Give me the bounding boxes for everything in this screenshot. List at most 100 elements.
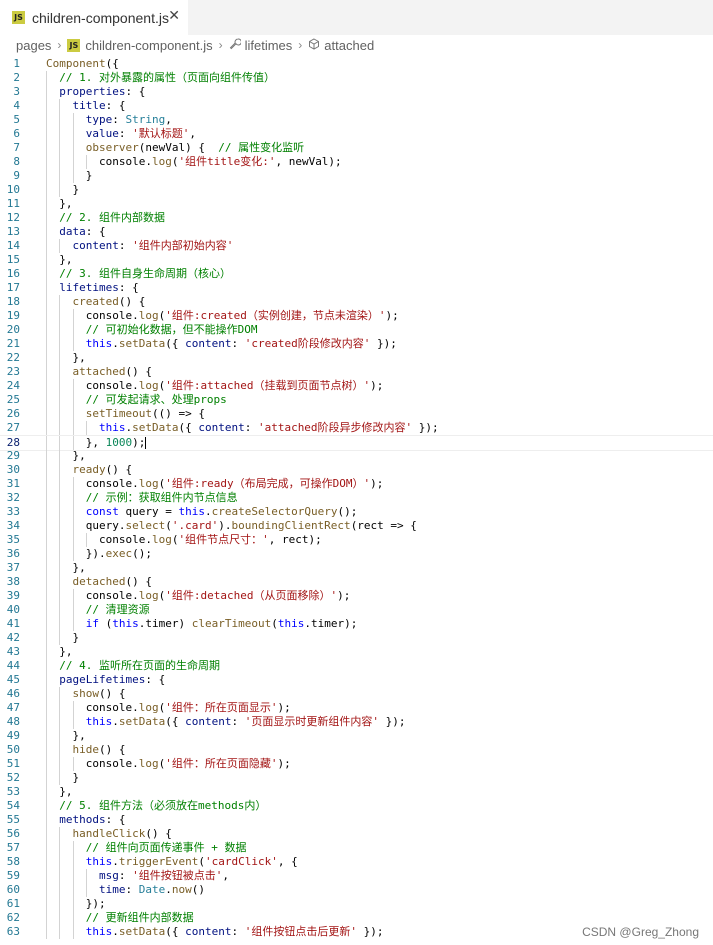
code-line[interactable]: 5 type: String,: [0, 113, 713, 127]
code-line[interactable]: 47 console.log('组件：所在页面显示');: [0, 701, 713, 715]
line-number: 12: [6, 211, 20, 224]
code-editor[interactable]: 1 Component({2 // 1. 对外暴露的属性（页面向组件传值） 3 pr…: [0, 55, 713, 945]
indent-guide: [72, 883, 74, 897]
code-line[interactable]: 13 data: {: [0, 225, 713, 239]
indent-guide: [59, 295, 61, 309]
code-text: // 示例：获取组件内节点信息: [85, 491, 238, 504]
code-line[interactable]: 6 value: '默认标题',: [0, 127, 713, 141]
code-line[interactable]: 56 handleClick() {: [0, 827, 713, 841]
line-number: 56: [6, 827, 20, 840]
code-line[interactable]: 57 // 组件向页面传递事件 + 数据: [0, 841, 713, 855]
code-text: value: '默认标题',: [85, 127, 196, 140]
code-line[interactable]: 27 this.setData({ content: 'attached阶段异步…: [0, 421, 713, 435]
line-number: 63: [6, 925, 20, 938]
code-line[interactable]: 61 });: [0, 897, 713, 911]
code-line[interactable]: 54 // 5. 组件方法（必须放在methods内）: [0, 799, 713, 813]
line-number: 11: [6, 197, 20, 210]
breadcrumb-prop[interactable]: lifetimes: [229, 38, 292, 53]
code-line[interactable]: 44 // 4. 监听所在页面的生命周期: [0, 659, 713, 673]
code-line[interactable]: 31 console.log('组件:ready（布局完成，可操作DOM）');: [0, 477, 713, 491]
code-line[interactable]: 1 Component({: [0, 57, 713, 71]
code-line[interactable]: 43 },: [0, 645, 713, 659]
code-line[interactable]: 4 title: {: [0, 99, 713, 113]
code-line[interactable]: 41 if (this.timer) clearTimeout(this.tim…: [0, 617, 713, 631]
code-text: detached() {: [72, 575, 152, 588]
indent-guide: [59, 99, 61, 113]
line-number: 26: [6, 407, 20, 420]
code-line[interactable]: 37 },: [0, 561, 713, 575]
code-line[interactable]: 52 }: [0, 771, 713, 785]
breadcrumb-file[interactable]: JS children-component.js: [67, 38, 213, 53]
code-line[interactable]: 11 },: [0, 197, 713, 211]
editor-tab[interactable]: JS children-component.js ✕: [0, 0, 188, 35]
indent-guide: [59, 603, 61, 617]
code-line[interactable]: 58 this.triggerEvent('cardClick', {: [0, 855, 713, 869]
code-line[interactable]: 59 msg: '组件按钮被点击',: [0, 869, 713, 883]
indent-guide: [46, 463, 47, 477]
code-text: },: [46, 785, 73, 798]
code-line[interactable]: 51 console.log('组件：所在页面隐藏');: [0, 757, 713, 771]
code-line[interactable]: 45 pageLifetimes: {: [0, 673, 713, 687]
code-line[interactable]: 35 console.log('组件节点尺寸：', rect);: [0, 533, 713, 547]
code-line[interactable]: 38 detached() {: [0, 575, 713, 589]
code-line[interactable]: 49 },: [0, 729, 713, 743]
code-line[interactable]: 2 // 1. 对外暴露的属性（页面向组件传值）: [0, 71, 713, 85]
code-line[interactable]: 48 this.setData({ content: '页面显示时更新组件内容'…: [0, 715, 713, 729]
code-text: data: {: [59, 225, 106, 238]
code-line[interactable]: 46 show() {: [0, 687, 713, 701]
code-line[interactable]: 20 // 可初始化数据，但不能操作DOM: [0, 323, 713, 337]
code-line[interactable]: 29 },: [0, 449, 713, 463]
indent-guide: [46, 645, 47, 659]
breadcrumb-folder[interactable]: pages: [16, 38, 51, 53]
code-line[interactable]: 16 // 3. 组件自身生命周期（核心）: [0, 267, 713, 281]
code-line[interactable]: 33 const query = this.createSelectorQuer…: [0, 505, 713, 519]
code-line[interactable]: 12 // 2. 组件内部数据: [0, 211, 713, 225]
code-line[interactable]: 40 // 清理资源: [0, 603, 713, 617]
line-number: 5: [13, 113, 20, 126]
code-line[interactable]: 30 ready() {: [0, 463, 713, 477]
code-line[interactable]: 18 created() {: [0, 295, 713, 309]
code-line[interactable]: 21 this.setData({ content: 'created阶段修改内…: [0, 337, 713, 351]
code-line[interactable]: 53 },: [0, 785, 713, 799]
line-number: 42: [6, 631, 20, 644]
code-line[interactable]: 24 console.log('组件:attached（挂载到页面节点树）');: [0, 379, 713, 393]
code-line[interactable]: 19 console.log('组件:created（实例创建，节点未渲染）')…: [0, 309, 713, 323]
code-line[interactable]: 7 observer(newVal) { // 属性变化监听: [0, 141, 713, 155]
code-line[interactable]: 17 lifetimes: {: [0, 281, 713, 295]
code-line[interactable]: 9 }: [0, 169, 713, 183]
indent-guide: [46, 211, 47, 225]
code-line[interactable]: 8 console.log('组件title变化:', newVal);: [0, 155, 713, 169]
indent-guide: [59, 729, 61, 743]
indent-guide: [46, 85, 47, 99]
code-text: query.select('.card').boundingClientRect…: [46, 519, 417, 532]
code-line[interactable]: 55 methods: {: [0, 813, 713, 827]
code-line[interactable]: 23 attached() {: [0, 365, 713, 379]
line-number: 10: [6, 183, 20, 196]
code-line[interactable]: 60 time: Date.now(): [0, 883, 713, 897]
code-line[interactable]: 26 setTimeout(() => {: [0, 407, 713, 421]
code-line[interactable]: 32 // 示例：获取组件内节点信息: [0, 491, 713, 505]
indent-guide: [72, 337, 74, 351]
breadcrumb-method[interactable]: attached: [308, 38, 374, 53]
js-file-icon: JS: [12, 11, 25, 24]
code-line[interactable]: 15 },: [0, 253, 713, 267]
code-line[interactable]: 34 query.select('.card').boundingClientR…: [0, 519, 713, 533]
code-line[interactable]: 42 }: [0, 631, 713, 645]
line-number: 18: [6, 295, 20, 308]
indent-guide: [46, 533, 47, 547]
code-line[interactable]: 62 // 更新组件内部数据: [0, 911, 713, 925]
code-line[interactable]: 22 },: [0, 351, 713, 365]
code-text: lifetimes: {: [59, 281, 139, 294]
line-number: 31: [6, 477, 20, 490]
code-line[interactable]: 39 console.log('组件:detached（从页面移除）');: [0, 589, 713, 603]
indent-guide: [72, 491, 74, 505]
indent-guide: [46, 603, 47, 617]
code-line[interactable]: 14 content: '组件内部初始内容': [0, 239, 713, 253]
close-icon[interactable]: ✕: [168, 8, 180, 24]
code-line[interactable]: 3 properties: {: [0, 85, 713, 99]
code-line[interactable]: 36 }).exec();: [0, 547, 713, 561]
tab-filename: children-component.js: [32, 9, 169, 26]
code-line[interactable]: 10 }: [0, 183, 713, 197]
code-line[interactable]: 25 // 可发起请求、处理props: [0, 393, 713, 407]
code-line[interactable]: 50 hide() {: [0, 743, 713, 757]
